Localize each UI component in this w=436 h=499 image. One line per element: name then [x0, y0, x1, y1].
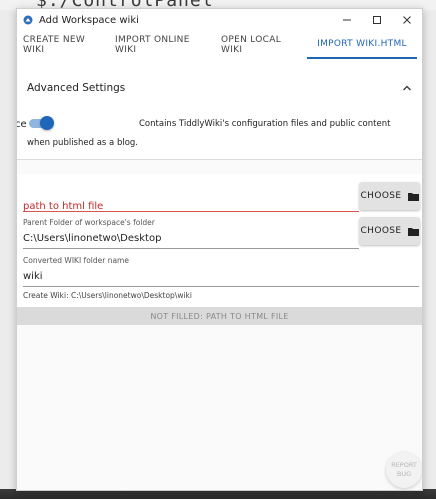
minimize-icon — [343, 19, 351, 21]
minimize-button[interactable] — [332, 9, 362, 31]
title-bar: Add Workspace wiki — [17, 9, 422, 31]
choose-html-file-button[interactable]: CHOOSE — [359, 182, 420, 210]
tab-create-new-wiki[interactable]: CREATE NEW WIKI — [17, 31, 109, 59]
wiki-folder-field[interactable]: Converted WIKI folder name wiki — [23, 256, 419, 282]
parent-folder-input[interactable]: C:\Users\linonetwo\Desktop — [23, 233, 353, 244]
close-icon — [403, 16, 411, 24]
advanced-settings-title: Advanced Settings — [27, 82, 126, 94]
main-workspace-label: Main Workspace — [16, 119, 27, 130]
report-bug-line1: REPORT — [391, 461, 417, 469]
wiki-folder-input[interactable]: wiki — [23, 271, 419, 282]
description-text: Contains TiddlyWiki's configuration file… — [27, 119, 391, 148]
tab-import-online-wiki[interactable]: IMPORT ONLINE WIKI — [109, 31, 215, 59]
tab-bar: CREATE NEW WIKI IMPORT ONLINE WIKI OPEN … — [17, 31, 422, 60]
parent-folder-underline — [23, 248, 359, 249]
choose-label: CHOOSE — [360, 191, 402, 201]
tab-open-local-wiki[interactable]: OPEN LOCAL WIKI — [215, 31, 307, 59]
import-form: path to html file CHOOSE Parent Folder o… — [17, 174, 422, 309]
status-message: NOT FILLED: PATH TO HTML FILE — [150, 311, 289, 321]
parent-folder-field[interactable]: Parent Folder of workspace's folder C:\U… — [23, 218, 353, 244]
maximize-button[interactable] — [362, 9, 392, 31]
folder-icon — [407, 192, 419, 201]
close-button[interactable] — [392, 9, 422, 31]
choose-label: CHOOSE — [360, 226, 402, 236]
tab-import-wiki-html[interactable]: IMPORT WIKI.HTML — [307, 31, 417, 59]
parent-folder-label: Parent Folder of workspace's folder — [23, 218, 155, 227]
choose-parent-folder-button[interactable]: CHOOSE — [359, 217, 420, 245]
html-path-underline — [23, 211, 359, 212]
add-workspace-window: Add Workspace wiki CREATE NEW WIKI IMPOR… — [16, 8, 423, 491]
app-icon — [23, 15, 33, 25]
window-title: Add Workspace wiki — [39, 14, 139, 26]
wiki-folder-label: Converted WIKI folder name — [23, 256, 129, 265]
folder-icon — [407, 227, 419, 236]
import-status-button[interactable]: NOT FILLED: PATH TO HTML FILE — [17, 307, 422, 325]
maximize-icon — [373, 16, 381, 24]
main-workspace-description: Main Workspace Contains TiddlyWiki's con… — [17, 115, 407, 153]
report-bug-line2: BUG — [396, 470, 412, 478]
chevron-up-icon[interactable] — [402, 83, 412, 93]
wiki-folder-underline — [23, 286, 419, 287]
create-wiki-path: Create Wiki: C:\Users\linonetwo\Desktop\… — [23, 291, 192, 300]
report-bug-button[interactable]: REPORT BUG — [386, 452, 422, 488]
